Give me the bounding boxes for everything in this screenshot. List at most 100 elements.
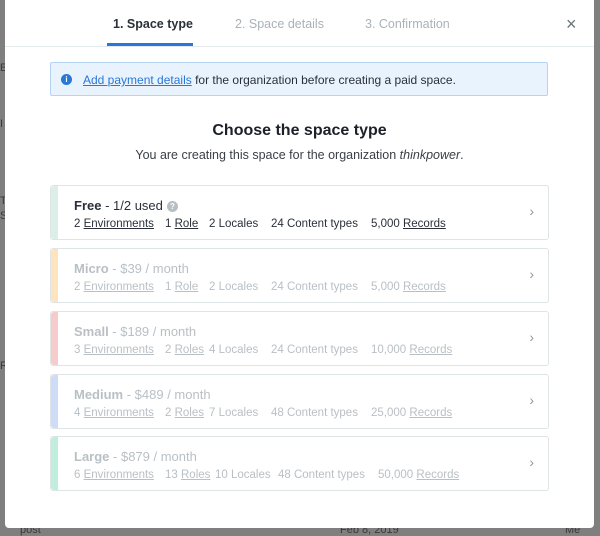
- subtitle-prefix: You are creating this space for the orga…: [135, 148, 400, 162]
- subtitle-suffix: .: [460, 148, 464, 162]
- plan-accent-stripe: [51, 249, 58, 302]
- records-count: 5,000: [371, 218, 400, 230]
- feature-content-types: 24 Content types: [271, 344, 358, 356]
- help-icon[interactable]: ?: [166, 201, 178, 212]
- feature-records: 5,000 Records: [371, 218, 446, 230]
- feature-environments: 4 Environments: [74, 407, 154, 419]
- feature-content-types: 24 Content types: [271, 281, 358, 293]
- feature-records: 50,000 Records: [378, 469, 459, 481]
- add-payment-details-link[interactable]: Add payment details: [83, 73, 192, 87]
- plan-price: - $39 / month: [108, 261, 189, 276]
- plan-name: Free - 1/2 used?: [74, 198, 178, 213]
- feature-content-types: 48 Content types: [278, 469, 365, 481]
- records-count: 5,000: [371, 281, 400, 293]
- environments-count: 3: [74, 344, 81, 356]
- roles-count: 1: [165, 281, 172, 293]
- feature-locales: 7 Locales: [209, 407, 259, 419]
- chevron-right-icon[interactable]: ›: [529, 392, 534, 408]
- plan-name: Large - $879 / month: [74, 449, 197, 464]
- roles-link[interactable]: Roles: [175, 344, 204, 356]
- active-step-indicator: [107, 43, 193, 46]
- environments-count: 6: [74, 469, 81, 481]
- payment-notice-rest: for the organization before creating a p…: [191, 73, 456, 87]
- plan-title: Free: [74, 198, 102, 213]
- page-title: Choose the space type: [212, 122, 387, 139]
- roles-count: 2: [165, 407, 172, 419]
- records-link[interactable]: Records: [409, 344, 452, 356]
- records-link[interactable]: Records: [409, 407, 452, 419]
- stepper: 1. Space type 2. Space details 3. Confir…: [5, 0, 594, 47]
- roles-link[interactable]: Role: [175, 281, 199, 293]
- plan-title: Small: [74, 324, 109, 339]
- environments-count: 2: [74, 218, 81, 230]
- chevron-right-icon[interactable]: ›: [529, 454, 534, 470]
- plan-accent-stripe: [51, 375, 58, 428]
- records-link[interactable]: Records: [416, 469, 459, 481]
- chevron-right-icon[interactable]: ›: [529, 203, 534, 219]
- environments-count: 2: [74, 281, 81, 293]
- page-subtitle: You are creating this space for the orga…: [5, 148, 594, 162]
- chevron-right-icon[interactable]: ›: [529, 266, 534, 282]
- organization-name: thinkpower: [399, 148, 461, 162]
- environments-link[interactable]: Environments: [84, 344, 154, 356]
- plan-card-large[interactable]: Large - $879 / month 6 Environments 13 Rol…: [50, 436, 549, 491]
- records-count: 10,000: [371, 344, 407, 356]
- feature-records: 10,000 Records: [371, 344, 452, 356]
- records-link[interactable]: Records: [403, 281, 446, 293]
- feature-content-types: 24 Content types: [271, 218, 358, 230]
- feature-locales: 10 Locales: [215, 469, 271, 481]
- step-confirmation: 3. Confirmation: [365, 17, 450, 31]
- step-space-type[interactable]: 1. Space type: [113, 17, 193, 31]
- payment-notice-text: Add payment details for the organization…: [83, 63, 456, 97]
- feature-roles: 13 Roles: [165, 469, 210, 481]
- payment-notice: i Add payment details for the organizati…: [50, 62, 548, 96]
- plan-title: Medium: [74, 387, 124, 402]
- feature-environments: 2 Environments: [74, 218, 154, 230]
- plan-card-free[interactable]: Free - 1/2 used? 2 Environments 1 Role 2 Lo…: [50, 185, 549, 240]
- plan-card-medium[interactable]: Medium - $489 / month 4 Environments 2 Rol…: [50, 374, 549, 429]
- plan-accent-stripe: [51, 437, 58, 490]
- plan-card-micro[interactable]: Micro - $39 / month 2 Environments 1 Role 2…: [50, 248, 549, 303]
- roles-count: 1: [165, 218, 172, 230]
- plan-price: - 1/2 used: [101, 198, 163, 213]
- feature-environments: 3 Environments: [74, 344, 154, 356]
- environments-link[interactable]: Environments: [84, 218, 154, 230]
- close-icon[interactable]: ×: [566, 14, 577, 35]
- feature-roles: 1 Role: [165, 218, 198, 230]
- environments-count: 4: [74, 407, 81, 419]
- feature-environments: 2 Environments: [74, 281, 154, 293]
- feature-environments: 6 Environments: [74, 469, 154, 481]
- roles-link[interactable]: Roles: [175, 407, 204, 419]
- plan-name: Medium - $489 / month: [74, 387, 211, 402]
- step-space-details: 2. Space details: [235, 17, 324, 31]
- roles-link[interactable]: Role: [175, 218, 199, 230]
- create-space-modal: 1. Space type 2. Space details 3. Confir…: [5, 0, 594, 528]
- plan-title: Micro: [74, 261, 109, 276]
- environments-link[interactable]: Environments: [84, 281, 154, 293]
- feature-roles: 2 Roles: [165, 344, 204, 356]
- records-link[interactable]: Records: [403, 218, 446, 230]
- feature-records: 25,000 Records: [371, 407, 452, 419]
- plan-price: - $189 / month: [108, 324, 197, 339]
- environments-link[interactable]: Environments: [84, 407, 154, 419]
- plan-card-small[interactable]: Small - $189 / month 3 Environments 2 Role…: [50, 311, 549, 366]
- info-icon: i: [61, 74, 72, 85]
- feature-records: 5,000 Records: [371, 281, 446, 293]
- chevron-right-icon[interactable]: ›: [529, 329, 534, 345]
- roles-count: 13: [165, 469, 178, 481]
- plan-accent-stripe: [51, 312, 58, 365]
- background-fragment: I: [0, 118, 4, 130]
- plan-accent-stripe: [51, 186, 58, 239]
- feature-locales: 2 Locales: [209, 218, 259, 230]
- roles-link[interactable]: Roles: [181, 469, 210, 481]
- environments-link[interactable]: Environments: [84, 469, 154, 481]
- plan-name: Micro - $39 / month: [74, 261, 189, 276]
- records-count: 50,000: [378, 469, 414, 481]
- records-count: 25,000: [371, 407, 407, 419]
- feature-content-types: 48 Content types: [271, 407, 358, 419]
- plan-title: Large: [74, 449, 110, 464]
- plan-name: Small - $189 / month: [74, 324, 196, 339]
- plan-price: - $489 / month: [123, 387, 211, 402]
- plan-price: - $879 / month: [109, 449, 197, 464]
- roles-count: 2: [165, 344, 172, 356]
